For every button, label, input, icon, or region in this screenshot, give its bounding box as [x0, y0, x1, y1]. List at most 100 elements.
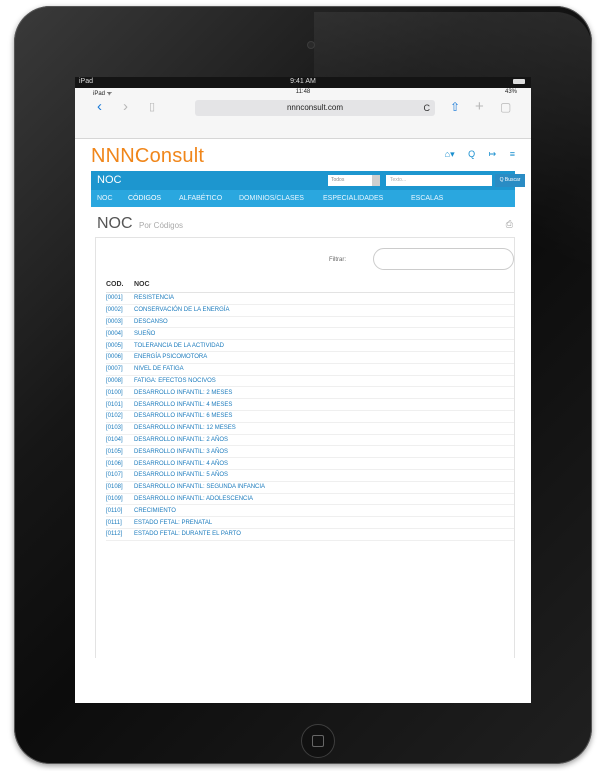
tabs-icon[interactable]: ▢ — [500, 99, 511, 115]
noc-code-link[interactable]: [0001] — [106, 292, 134, 305]
tab-alfabetico[interactable]: ALFABÉTICO — [179, 195, 222, 202]
share-icon[interactable]: ⇧ — [450, 99, 460, 115]
table-row[interactable]: [0003] DESCANSO — [106, 316, 514, 329]
noc-name-link[interactable]: DESARROLLO INFANTIL: 4 MESES — [134, 398, 514, 411]
noc-table: COD. NOC [0001] RESISTENCIA [0002] CONSERVA… — [106, 276, 514, 541]
noc-name-link[interactable]: DESARROLLO INFANTIL: 3 AÑOS — [134, 445, 514, 459]
noc-code-link[interactable]: [0106] — [106, 457, 134, 470]
table-row[interactable]: [0103] DESARROLLO INFANTIL: 12 MESES — [106, 422, 514, 435]
table-row[interactable]: [0106] DESARROLLO INFANTIL: 4 AÑOS — [106, 457, 514, 470]
table-row[interactable]: [0008] FATIGA: EFECTOS NOCIVOS — [106, 375, 514, 388]
table-row[interactable]: [0004] SUEÑO — [106, 327, 514, 341]
table-row[interactable]: [0111] ESTADO FETAL: PRENATAL — [106, 516, 514, 529]
scope-select-value: Todos — [331, 177, 345, 183]
noc-name-link[interactable]: ESTADO FETAL: DURANTE EL PARTO — [134, 528, 514, 541]
table-row[interactable]: [0108] DESARROLLO INFANTIL: SEGUNDA INFAN… — [106, 481, 514, 494]
noc-name-link[interactable]: CONSERVACIÓN DE LA ENERGÍA — [134, 304, 514, 317]
tab-dominios-clases[interactable]: DOMINIOS/CLASES — [239, 195, 304, 202]
noc-name-link[interactable]: DESARROLLO INFANTIL: 4 AÑOS — [134, 457, 514, 470]
noc-code-link[interactable]: [0112] — [106, 528, 134, 541]
noc-code-link[interactable]: [0008] — [106, 375, 134, 388]
table-row[interactable]: [0006] ENERGÍA PSICOMOTORA — [106, 351, 514, 364]
table-row[interactable]: [0102] DESARROLLO INFANTIL: 6 MESES — [106, 410, 514, 423]
reload-icon[interactable]: C — [424, 100, 431, 116]
ipad-screen: iPad 9:41 AM iPad ᯤ 11:48 43% ‹ › ▯ nnnc… — [75, 77, 531, 703]
noc-code-link[interactable]: [0107] — [106, 469, 134, 482]
noc-code-link[interactable]: [0102] — [106, 410, 134, 423]
search-input[interactable]: Texto... — [386, 175, 492, 186]
noc-code-link[interactable]: [0110] — [106, 504, 134, 518]
noc-name-link[interactable]: RESISTENCIA — [134, 292, 514, 305]
url-text: nnnconsult.com — [286, 103, 344, 112]
safari-battery: 43% — [504, 89, 517, 95]
noc-code-link[interactable]: [0005] — [106, 339, 134, 352]
login-icon[interactable]: ↦ — [489, 149, 497, 159]
url-bar[interactable]: nnnconsult.com C — [195, 100, 435, 116]
noc-name-link[interactable]: TOLERANCIA DE LA ACTIVIDAD — [134, 339, 514, 352]
site-logo[interactable]: NNNConsult — [91, 145, 204, 168]
tab-escalas[interactable]: ESCALAS — [411, 195, 443, 202]
table-row[interactable]: [0112] ESTADO FETAL: DURANTE EL PARTO — [106, 528, 514, 541]
noc-code-link[interactable]: [0101] — [106, 398, 134, 411]
noc-name-link[interactable]: DESARROLLO INFANTIL: 5 AÑOS — [134, 469, 514, 482]
noc-code-link[interactable]: [0111] — [106, 516, 134, 529]
home-button-icon — [312, 735, 324, 747]
noc-name-link[interactable]: DESARROLLO INFANTIL: 2 AÑOS — [134, 434, 514, 447]
forward-icon[interactable]: › — [123, 99, 128, 115]
noc-code-link[interactable]: [0002] — [106, 304, 134, 317]
table-row[interactable]: [0110] CRECIMIENTO — [106, 504, 514, 518]
noc-name-link[interactable]: FATIGA: EFECTOS NOCIVOS — [134, 375, 514, 388]
search-icon[interactable]: Q — [468, 149, 475, 159]
home-menu-icon[interactable]: ⌂▾ — [445, 149, 455, 159]
noc-code-link[interactable]: [0105] — [106, 445, 134, 459]
table-row[interactable]: [0001] RESISTENCIA — [106, 292, 514, 305]
menu-icon[interactable]: ≡ — [510, 149, 515, 159]
noc-name-link[interactable]: ENERGÍA PSICOMOTORA — [134, 351, 514, 364]
noc-name-link[interactable]: DESARROLLO INFANTIL: 6 MESES — [134, 410, 514, 423]
noc-code-link[interactable]: [0006] — [106, 351, 134, 364]
noc-name-link[interactable]: CRECIMIENTO — [134, 504, 514, 518]
tab-noc[interactable]: NOC — [97, 195, 113, 202]
noc-name-link[interactable]: DESCANSO — [134, 316, 514, 329]
noc-name-link[interactable]: SUEÑO — [134, 327, 514, 341]
search-button[interactable]: Q Buscar — [495, 174, 525, 187]
noc-code-link[interactable]: [0004] — [106, 327, 134, 341]
safari-chrome: iPad ᯤ 11:48 43% ‹ › ▯ nnnconsult.com C … — [75, 88, 531, 139]
table-row[interactable]: [0109] DESARROLLO INFANTIL: ADOLESCENCIA — [106, 493, 514, 506]
print-icon[interactable]: ⎙ — [506, 219, 513, 230]
column-header-cod[interactable]: COD. — [106, 276, 134, 293]
device-clock: 9:41 AM — [290, 78, 316, 85]
noc-name-link[interactable]: DESARROLLO INFANTIL: 12 MESES — [134, 422, 514, 435]
noc-code-link[interactable]: [0103] — [106, 422, 134, 435]
filter-input[interactable] — [373, 248, 514, 270]
table-row[interactable]: [0101] DESARROLLO INFANTIL: 4 MESES — [106, 398, 514, 411]
scope-select[interactable]: Todos — [328, 175, 380, 186]
tab-codigos[interactable]: CÓDIGOS — [128, 195, 161, 202]
noc-name-link[interactable]: DESARROLLO INFANTIL: ADOLESCENCIA — [134, 493, 514, 506]
device-status-bar: iPad 9:41 AM — [75, 77, 531, 88]
bookmarks-icon[interactable]: ▯ — [149, 99, 155, 115]
results-panel: Filtrar: COD. NOC [0001] RESISTENCIA [0002… — [95, 237, 515, 658]
noc-code-link[interactable]: [0100] — [106, 386, 134, 400]
column-header-noc[interactable]: NOC — [134, 276, 514, 293]
table-row[interactable]: [0105] DESARROLLO INFANTIL: 3 AÑOS — [106, 445, 514, 459]
table-row[interactable]: [0107] DESARROLLO INFANTIL: 5 AÑOS — [106, 469, 514, 482]
noc-name-link[interactable]: DESARROLLO INFANTIL: 2 MESES — [134, 386, 514, 400]
noc-code-link[interactable]: [0003] — [106, 316, 134, 329]
table-row[interactable]: [0104] DESARROLLO INFANTIL: 2 AÑOS — [106, 434, 514, 447]
home-button[interactable] — [301, 724, 335, 758]
back-icon[interactable]: ‹ — [97, 99, 102, 115]
noc-name-link[interactable]: NIVEL DE FATIGA — [134, 363, 514, 376]
noc-code-link[interactable]: [0104] — [106, 434, 134, 447]
noc-code-link[interactable]: [0108] — [106, 481, 134, 494]
noc-name-link[interactable]: ESTADO FETAL: PRENATAL — [134, 516, 514, 529]
noc-code-link[interactable]: [0007] — [106, 363, 134, 376]
table-row[interactable]: [0002] CONSERVACIÓN DE LA ENERGÍA — [106, 304, 514, 317]
table-row[interactable]: [0005] TOLERANCIA DE LA ACTIVIDAD — [106, 339, 514, 352]
noc-name-link[interactable]: DESARROLLO INFANTIL: SEGUNDA INFANCIA — [134, 481, 514, 494]
table-row[interactable]: [0100] DESARROLLO INFANTIL: 2 MESES — [106, 386, 514, 400]
add-icon[interactable]: + — [475, 99, 484, 115]
noc-code-link[interactable]: [0109] — [106, 493, 134, 506]
tab-especialidades[interactable]: ESPECIALIDADES — [323, 195, 383, 202]
table-row[interactable]: [0007] NIVEL DE FATIGA — [106, 363, 514, 376]
